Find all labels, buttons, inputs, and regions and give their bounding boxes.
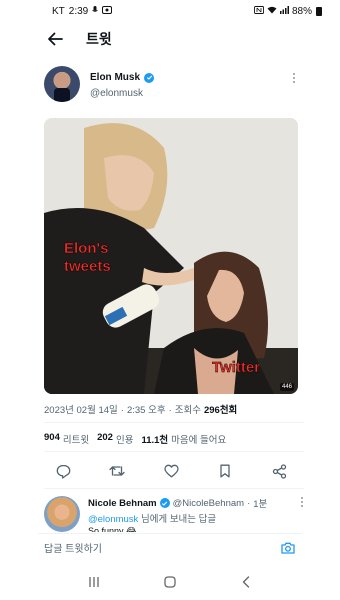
status-left: KT 2:39 xyxy=(52,5,113,17)
share-button[interactable] xyxy=(270,462,288,480)
tweet-author: Elon Musk @elonmusk xyxy=(44,66,304,106)
page-title: 트윗 xyxy=(86,31,112,47)
home-button[interactable] xyxy=(158,572,182,592)
tweet-time: 2:35 오후 xyxy=(126,405,166,416)
quotes-label: 인용 xyxy=(115,435,134,446)
author-avatar[interactable] xyxy=(44,66,80,102)
reply-mention-link[interactable]: @elonmusk xyxy=(88,514,138,525)
like-icon xyxy=(163,464,179,478)
battery-percent: 88% xyxy=(291,5,312,17)
reply-input[interactable]: 답글 트윗하기 xyxy=(44,540,102,555)
chevron-left-icon xyxy=(242,576,250,588)
likes-stat[interactable]: 11.1천 마음에 들어요 xyxy=(141,432,226,446)
like-button[interactable] xyxy=(162,462,180,480)
arrow-left-icon xyxy=(48,32,63,46)
author-name-row: Elon Musk xyxy=(90,72,155,83)
divider xyxy=(44,422,304,423)
reply-composer: 답글 트윗하기 xyxy=(38,533,302,561)
reply-tweet[interactable]: Nicole Behnam @NicoleBehnam · 1분 @elonmu… xyxy=(44,494,304,538)
reply-button[interactable] xyxy=(54,462,72,480)
separator: · xyxy=(120,405,124,416)
retweet-icon xyxy=(109,466,125,476)
tweet-timestamp: 2023년 02월 14일 · 2:35 오후 · 조회수 296천회 xyxy=(44,402,237,416)
tweet-detail: Elon Musk @elonmusk Elon's tweets Twitte… xyxy=(38,58,304,600)
home-icon xyxy=(164,576,176,588)
reply-context: @elonmusk 님에게 보내는 답글 xyxy=(88,511,216,525)
nfc-icon xyxy=(254,6,264,16)
separator: · xyxy=(168,405,172,416)
tweet-actions xyxy=(44,461,298,481)
tweet-date: 2023년 02월 14일 xyxy=(44,405,118,416)
microphone-icon xyxy=(92,6,99,16)
reply-icon xyxy=(56,464,70,479)
divider xyxy=(44,488,304,489)
quotes-stat[interactable]: 202 인용 xyxy=(97,432,133,446)
status-right: 88% xyxy=(254,6,322,17)
reply-author-handle[interactable]: @NicoleBehnam xyxy=(173,498,244,509)
status-bar: KT 2:39 88% xyxy=(0,0,340,22)
system-back-button[interactable] xyxy=(234,572,258,592)
clock: 2:39 xyxy=(68,5,89,17)
verified-badge-icon xyxy=(144,72,155,83)
reply-header: Nicole Behnam @NicoleBehnam · 1분 xyxy=(88,496,268,511)
reply-author-name[interactable]: Nicole Behnam xyxy=(88,498,157,509)
views-count: 296천회 xyxy=(203,405,238,416)
more-options-icon[interactable] xyxy=(300,496,304,511)
verified-badge-icon xyxy=(159,498,170,508)
separator: · xyxy=(247,497,251,509)
wifi-icon xyxy=(267,6,277,16)
media-badge: 446 xyxy=(279,383,294,391)
signal-icon xyxy=(279,6,289,16)
author-name[interactable]: Elon Musk xyxy=(90,72,140,83)
reply-text: So funny 😂 xyxy=(88,526,137,532)
retweet-button[interactable] xyxy=(108,462,126,480)
media-label-top-line2: tweets xyxy=(64,258,111,275)
media-label-top-line1: Elon's xyxy=(64,240,108,257)
camera-icon xyxy=(281,542,295,554)
back-button[interactable] xyxy=(44,28,66,50)
divider xyxy=(44,451,304,452)
reply-author-avatar[interactable] xyxy=(44,496,80,532)
meme-illustration: Elon's tweets Twitter xyxy=(44,118,298,394)
media-label-bottom: Twitter xyxy=(212,359,260,376)
media-icon xyxy=(102,6,113,16)
carrier-label: KT xyxy=(52,5,65,17)
reply-context-text: 님에게 보내는 답글 xyxy=(140,514,217,525)
system-nav-bar xyxy=(0,568,340,596)
camera-button[interactable] xyxy=(280,540,296,556)
reply-time: 1분 xyxy=(253,499,268,510)
battery-icon xyxy=(316,6,322,16)
recent-apps-icon xyxy=(89,577,99,587)
retweets-count: 904 xyxy=(44,432,60,443)
likes-label: 마음에 들어요 xyxy=(171,435,227,446)
views-label: 조회수 xyxy=(174,405,201,416)
more-options-icon[interactable] xyxy=(292,72,296,87)
bookmark-button[interactable] xyxy=(216,462,234,480)
quotes-count: 202 xyxy=(97,432,113,443)
author-handle[interactable]: @elonmusk xyxy=(90,88,143,99)
app-header: 트윗 xyxy=(0,22,340,56)
retweets-stat[interactable]: 904 리트윗 xyxy=(44,432,89,446)
tweet-media-image[interactable]: Elon's tweets Twitter 446 xyxy=(44,118,298,394)
bookmark-icon xyxy=(220,464,230,478)
recent-apps-button[interactable] xyxy=(82,572,106,592)
tweet-stats: 904 리트윗 202 인용 11.1천 마음에 들어요 xyxy=(44,432,226,446)
likes-count: 11.1천 xyxy=(141,435,169,446)
retweets-label: 리트윗 xyxy=(62,435,90,446)
share-icon xyxy=(272,463,286,479)
